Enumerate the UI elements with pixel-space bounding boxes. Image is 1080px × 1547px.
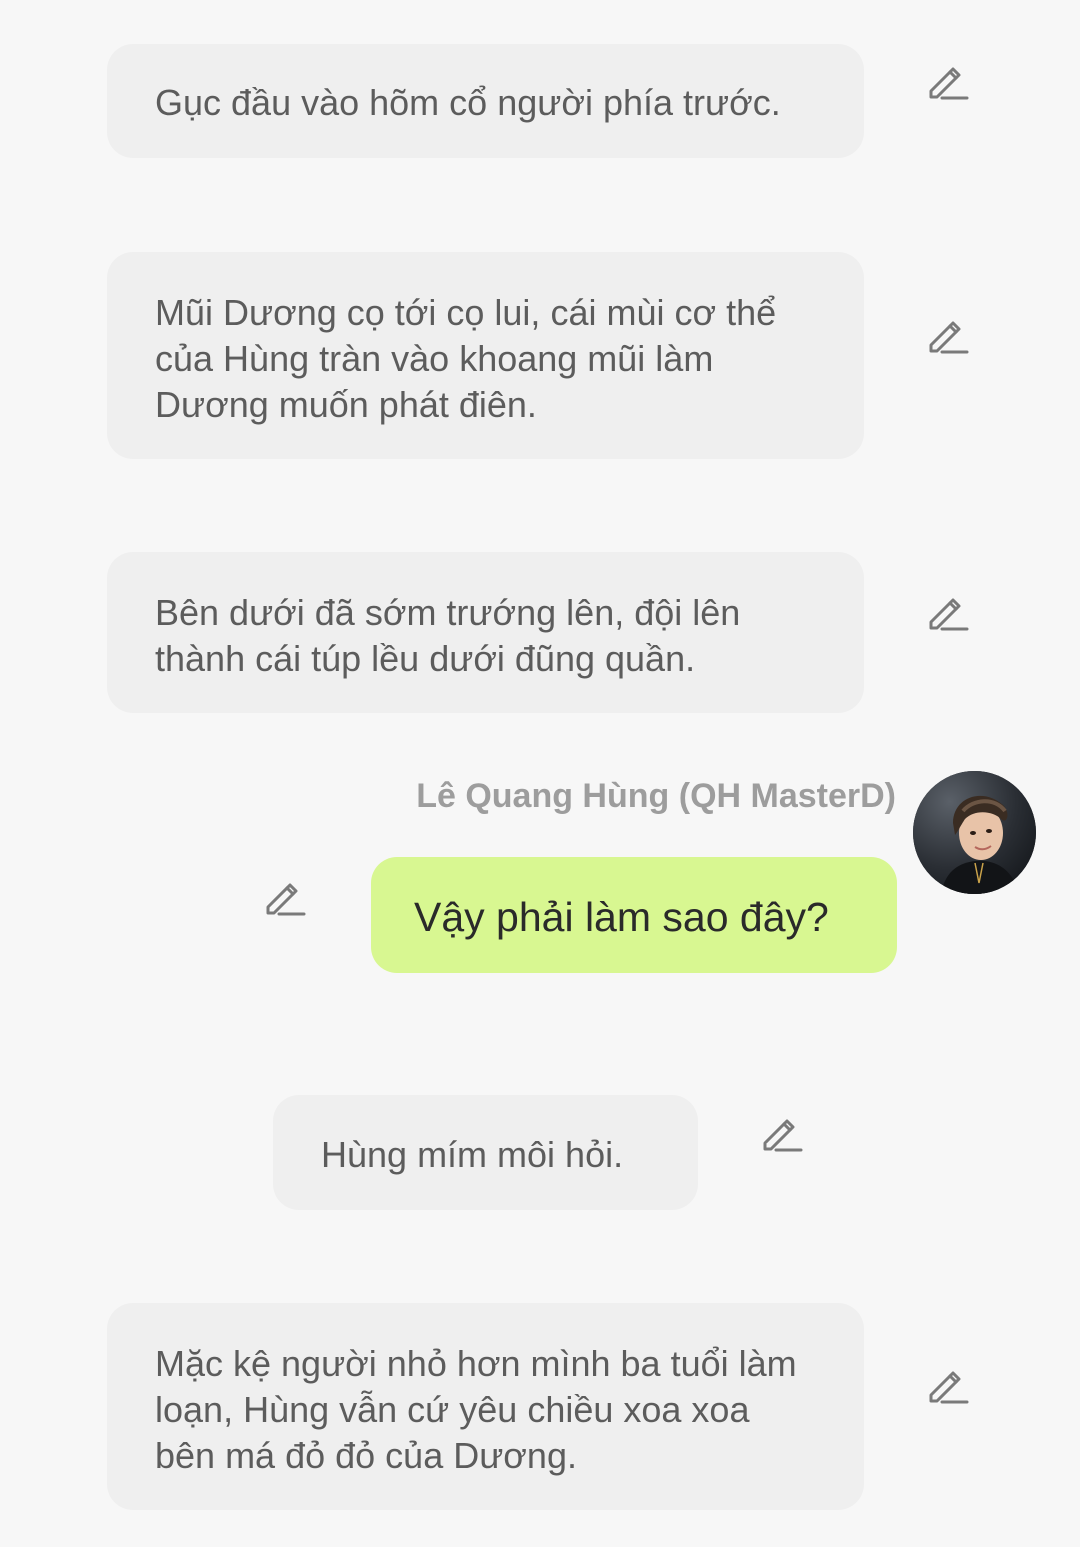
edit-icon[interactable] <box>926 314 970 358</box>
avatar[interactable] <box>913 771 1036 894</box>
message-text: Vậy phải làm sao đây? <box>414 894 829 940</box>
narration-bubble: Hùng mím môi hỏi. <box>273 1095 698 1210</box>
narration-bubble: Bên dưới đã sớm trướng lên, đội lên thàn… <box>107 552 864 713</box>
narration-bubble: Mũi Dương cọ tới cọ lui, cái mùi cơ thể … <box>107 252 864 459</box>
edit-icon[interactable] <box>760 1112 804 1156</box>
edit-icon[interactable] <box>263 876 307 920</box>
narration-bubble: Mặc kệ người nhỏ hơn mình ba tuổi làm lo… <box>107 1303 864 1510</box>
sender-name: Lê Quang Hùng (QH MasterD) <box>416 777 896 815</box>
edit-icon[interactable] <box>926 60 970 104</box>
message-text: Mũi Dương cọ tới cọ lui, cái mùi cơ thể … <box>155 292 777 425</box>
message-text: Mặc kệ người nhỏ hơn mình ba tuổi làm lo… <box>155 1343 797 1476</box>
edit-icon[interactable] <box>926 591 970 635</box>
edit-icon[interactable] <box>926 1364 970 1408</box>
message-text: Gục đầu vào hõm cổ người phía trước. <box>155 82 781 123</box>
narration-bubble: Gục đầu vào hõm cổ người phía trước. <box>107 44 864 158</box>
character-bubble: Vậy phải làm sao đây? <box>371 857 897 973</box>
message-text: Bên dưới đã sớm trướng lên, đội lên thàn… <box>155 592 741 679</box>
message-text: Hùng mím môi hỏi. <box>321 1134 624 1175</box>
